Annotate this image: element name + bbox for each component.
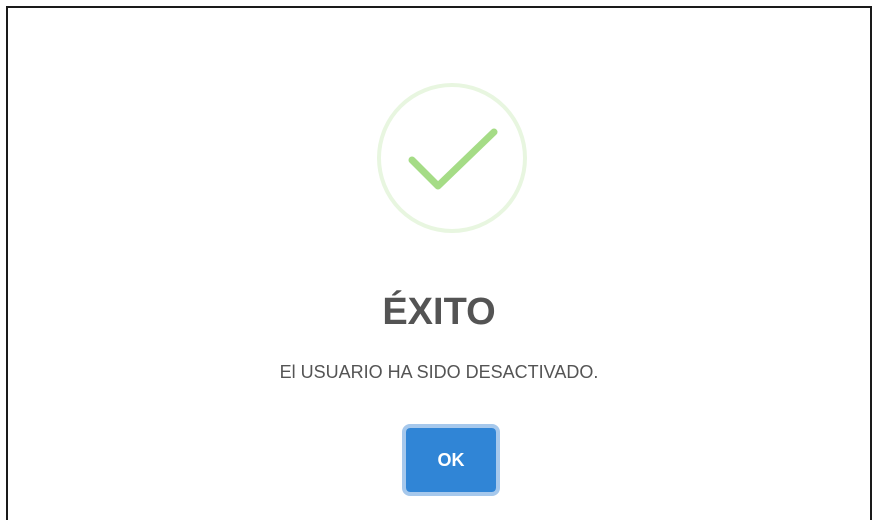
dialog-title: ÉXITO: [382, 291, 496, 333]
success-check-icon: [376, 82, 528, 234]
ok-button-label: OK: [406, 428, 496, 492]
success-dialog: ÉXITO El USUARIO HA SIDO DESACTIVADO. OK: [6, 6, 872, 520]
ok-button[interactable]: OK: [402, 424, 500, 496]
dialog-message: El USUARIO HA SIDO DESACTIVADO.: [279, 362, 599, 382]
